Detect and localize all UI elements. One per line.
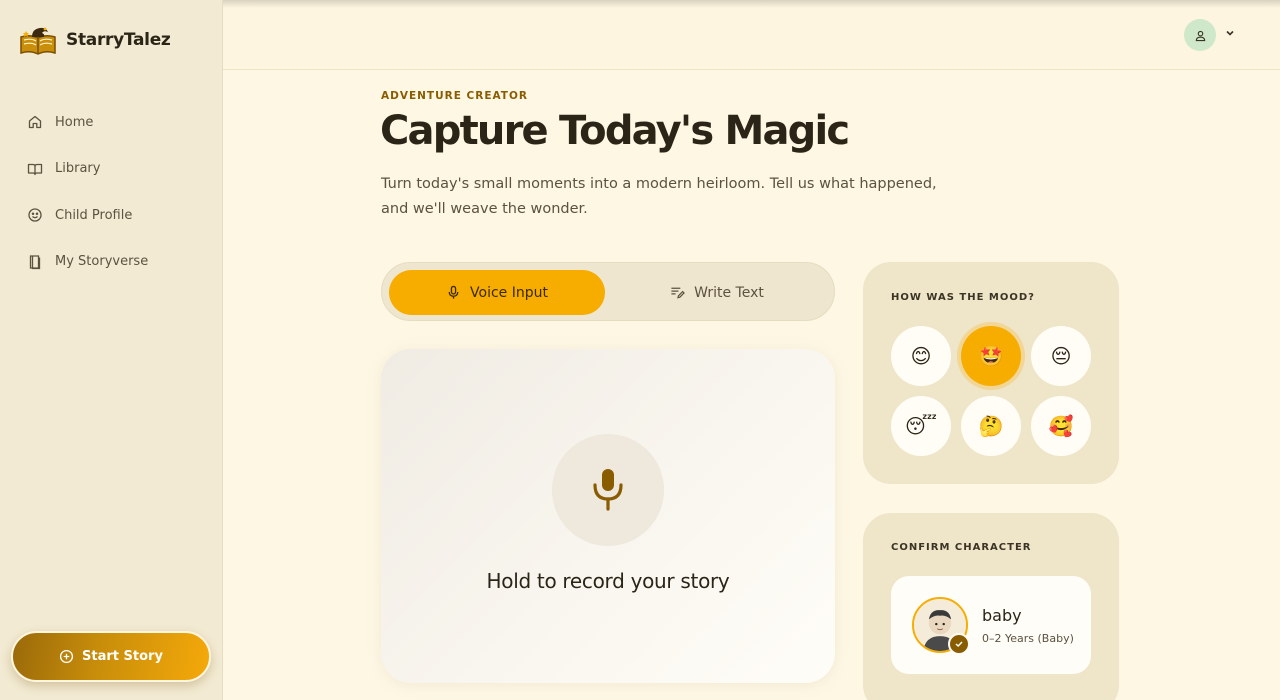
character-option[interactable]: baby 0–2 Years (Baby): [891, 576, 1091, 674]
sidebar-item-library[interactable]: Library: [14, 147, 210, 191]
sidebar-nav: Home Library Child Profile My Storyverse: [14, 100, 210, 286]
user-avatar-button[interactable]: [1184, 19, 1216, 51]
mood-option-thinking[interactable]: 🤔: [961, 396, 1021, 456]
mood-option-loving[interactable]: 🥰: [1031, 396, 1091, 456]
mood-label: HOW WAS THE MOOD?: [891, 292, 1035, 303]
mood-option-sleepy[interactable]: 😴: [891, 396, 951, 456]
top-shadow: [223, 0, 1280, 8]
home-icon: [28, 115, 42, 129]
sidebar-item-label: My Storyverse: [55, 254, 149, 269]
mood-option-sad[interactable]: 😔: [1031, 326, 1091, 386]
brand[interactable]: StarryTalez: [18, 23, 171, 57]
brand-name: StarryTalez: [66, 30, 171, 50]
start-story-button[interactable]: Start Story: [11, 631, 211, 682]
book-open-icon: [27, 163, 43, 175]
storybook-logo-icon: [20, 27, 56, 55]
sidebar-item-label: Library: [55, 161, 101, 176]
character-age: 0–2 Years (Baby): [982, 632, 1074, 645]
input-mode-toggle: Voice Input Write Text: [381, 262, 835, 321]
write-text-tab[interactable]: Write Text: [605, 270, 829, 315]
record-prompt: Hold to record your story: [486, 569, 730, 593]
sidebar-item-label: Child Profile: [55, 207, 133, 223]
sidebar: StarryTalez Home Library Child Profile M…: [0, 0, 223, 700]
mood-option-happy[interactable]: 😊: [891, 326, 951, 386]
start-story-label: Start Story: [82, 649, 163, 664]
sidebar-item-child-profile[interactable]: Child Profile: [14, 193, 210, 237]
record-panel: Hold to record your story: [381, 349, 835, 683]
chevron-down-icon[interactable]: [1224, 27, 1236, 39]
book-icon: [29, 254, 41, 269]
page-eyebrow: ADVENTURE CREATOR: [381, 90, 528, 102]
edit-text-icon: [671, 287, 686, 299]
record-button[interactable]: [552, 434, 664, 546]
sidebar-item-label: Home: [55, 114, 94, 130]
voice-input-label: Voice Input: [470, 284, 548, 301]
top-bar: [223, 0, 1280, 70]
sidebar-item-my-storyverse[interactable]: My Storyverse: [14, 240, 210, 284]
microphone-icon: [448, 285, 459, 299]
character-name: baby: [982, 606, 1022, 625]
sidebar-item-home[interactable]: Home: [14, 100, 210, 144]
mood-option-star-struck[interactable]: 🤩: [961, 326, 1021, 386]
write-text-label: Write Text: [694, 284, 764, 301]
voice-input-tab[interactable]: Voice Input: [389, 270, 605, 315]
mood-panel: HOW WAS THE MOOD? 😊 🤩 😔 😴 🤔 🥰: [863, 262, 1119, 484]
check-icon: [948, 633, 970, 655]
character-label: CONFIRM CHARACTER: [891, 542, 1032, 553]
user-icon: [1195, 30, 1205, 41]
page-subtitle: Turn today's small moments into a modern…: [381, 176, 937, 217]
plus-circle-icon: [59, 649, 74, 664]
smiley-icon: [28, 208, 42, 222]
page-title: Capture Today's Magic: [380, 108, 850, 154]
character-panel: CONFIRM CHARACTER baby 0–2 Years (Baby): [863, 513, 1119, 700]
microphone-icon: [593, 469, 623, 511]
